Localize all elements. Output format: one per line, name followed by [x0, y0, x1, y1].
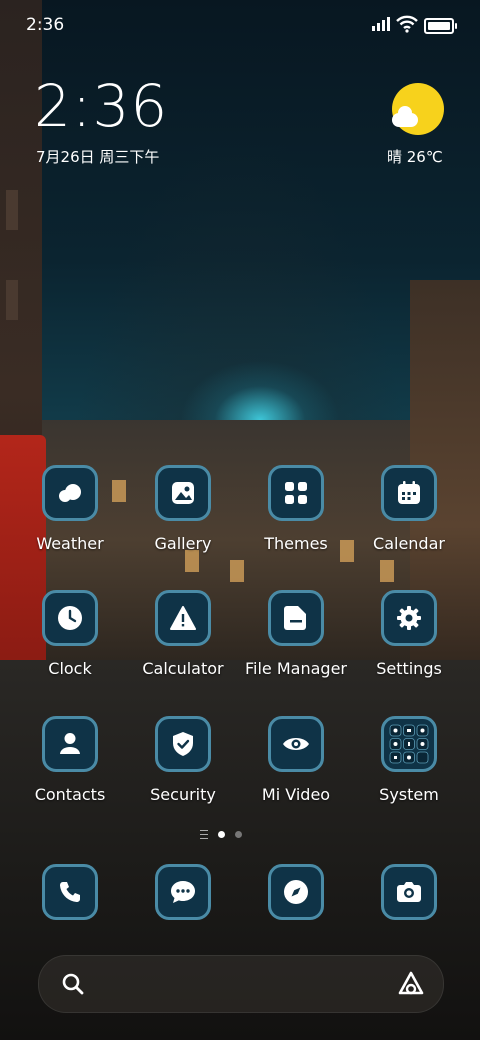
battery-icon: [424, 18, 457, 34]
search-icon[interactable]: [61, 972, 85, 1000]
app-label: Themes: [264, 534, 328, 553]
dock-browser[interactable]: [240, 864, 352, 920]
app-list-icon[interactable]: [200, 830, 208, 839]
app-mi-video[interactable]: Mi Video: [240, 716, 352, 804]
contacts-icon: [42, 716, 98, 772]
assistant-icon[interactable]: [397, 970, 425, 1002]
eye-icon: [268, 716, 324, 772]
signal-icon: [372, 17, 390, 31]
weather-icon: [42, 465, 98, 521]
search-bar[interactable]: [38, 955, 444, 1013]
clock-widget-time[interactable]: 2:36: [34, 72, 168, 140]
system-folder-icon: [381, 716, 437, 772]
app-security[interactable]: Security: [127, 716, 239, 804]
app-calculator[interactable]: Calculator: [127, 590, 239, 678]
page-indicator: [200, 830, 242, 839]
app-label: Mi Video: [261, 785, 331, 804]
status-bar: 2:36: [0, 0, 480, 50]
dock-camera[interactable]: [353, 864, 465, 920]
clock-icon: [42, 590, 98, 646]
calendar-icon: [381, 465, 437, 521]
cloud-icon: [392, 106, 418, 127]
app-label: File Manager: [245, 659, 347, 678]
calculator-icon: [155, 590, 211, 646]
page-dot[interactable]: [235, 831, 242, 838]
messages-icon: [155, 864, 211, 920]
status-time: 2:36: [26, 15, 65, 35]
app-themes[interactable]: Themes: [240, 465, 352, 553]
clock-widget-date[interactable]: 7月26日 周三下午: [36, 146, 159, 167]
page-dot-active[interactable]: [218, 831, 225, 838]
app-clock[interactable]: Clock: [14, 590, 126, 678]
folder-icon: [268, 590, 324, 646]
app-label: Clock: [48, 659, 92, 678]
app-label: Calendar: [373, 534, 445, 553]
themes-icon: [268, 465, 324, 521]
dock-messages[interactable]: [127, 864, 239, 920]
gallery-icon: [155, 465, 211, 521]
dock-phone[interactable]: [14, 864, 126, 920]
app-weather[interactable]: Weather: [14, 465, 126, 553]
app-settings[interactable]: Settings: [353, 590, 465, 678]
app-label: Calculator: [142, 659, 224, 678]
app-file-manager[interactable]: File Manager: [240, 590, 352, 678]
app-label: Security: [150, 785, 216, 804]
app-label: Weather: [36, 534, 104, 553]
app-label: Gallery: [154, 534, 212, 553]
wifi-icon: [396, 15, 418, 37]
app-label: Settings: [376, 659, 442, 678]
gear-icon: [381, 590, 437, 646]
app-label: System: [379, 785, 439, 804]
shield-icon: [155, 716, 211, 772]
compass-icon: [268, 864, 324, 920]
app-gallery[interactable]: Gallery: [127, 465, 239, 553]
camera-icon: [381, 864, 437, 920]
app-label: Contacts: [34, 785, 106, 804]
app-contacts[interactable]: Contacts: [14, 716, 126, 804]
app-calendar[interactable]: Calendar: [353, 465, 465, 553]
phone-icon: [42, 864, 98, 920]
app-folder-system[interactable]: System: [353, 716, 465, 804]
weather-widget-text[interactable]: 晴 26℃: [387, 146, 443, 167]
